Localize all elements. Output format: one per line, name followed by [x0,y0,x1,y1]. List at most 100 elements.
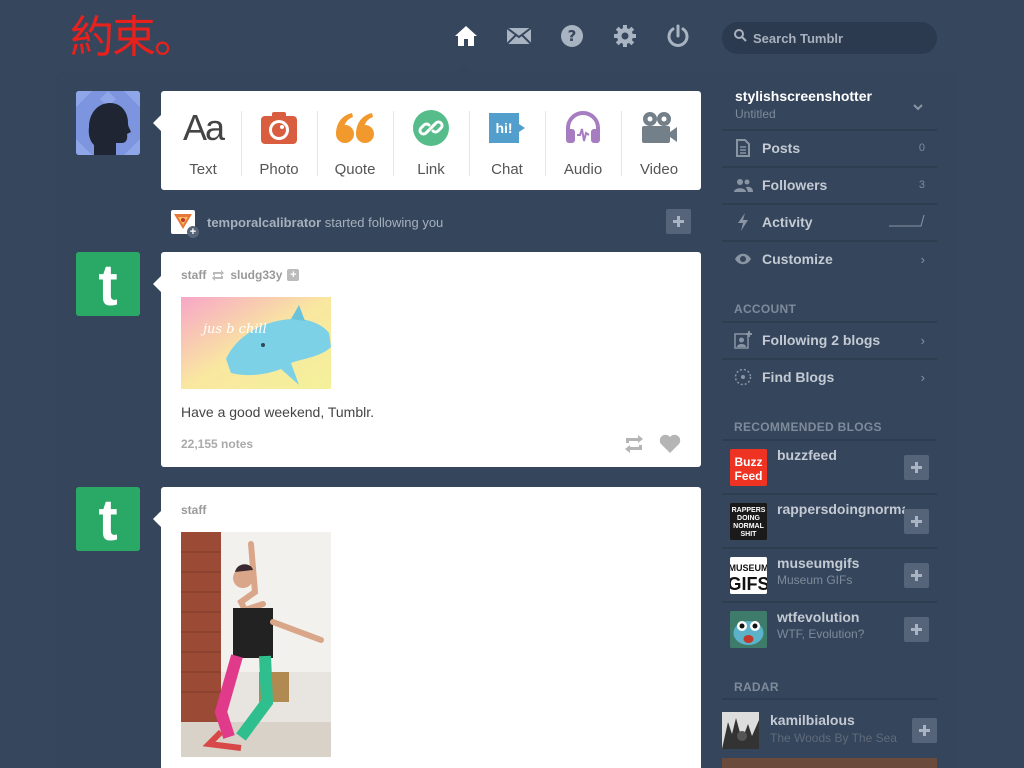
divider [722,698,937,700]
post-type-chooser: Aa Text Photo Quote Link hi! Chat Audio [153,91,701,190]
radar-blog-subtitle: The Woods By The Sea [770,731,897,745]
power-icon[interactable] [664,22,692,50]
svg-text:GIFS: GIFS [730,574,767,594]
blog-title: Untitled [735,107,776,121]
blog-name[interactable]: wtfevolution [777,609,905,625]
notes-count[interactable]: 22,155 notes [181,437,253,451]
chevron-right-icon: › [920,332,925,348]
post-image[interactable] [181,532,331,757]
follow-blog-button[interactable] [904,617,929,642]
follow-notification: + temporalcalibrator started following y… [161,207,701,238]
post-author[interactable]: staff [181,503,206,517]
svg-text:NORMAL: NORMAL [733,523,764,530]
follow-blog-button[interactable] [904,509,929,534]
sidebar-item-activity[interactable]: Activity [722,203,937,239]
follow-back-button[interactable] [666,209,691,234]
post-type-video[interactable]: Video [621,91,697,190]
reblog-button[interactable] [623,434,645,459]
post-body: Have a good weekend, Tumblr. [181,404,375,420]
blog-avatar[interactable]: RAPPERS DOING NORMAL SHIT [730,503,767,540]
image-caption: jus b chill [200,322,267,337]
follow-text: temporalcalibrator started following you [207,215,443,230]
home-icon[interactable] [452,22,480,50]
sidebar-item-posts[interactable]: Posts 0 [722,129,937,165]
eye-icon [732,253,754,265]
svg-text:t: t [98,488,117,551]
follow-small-icon[interactable]: + [287,269,300,281]
blog-name[interactable]: buzzfeed [777,447,905,463]
blog-subtitle: Museum GIFs [777,573,853,587]
sidebar-item-label: Activity [762,214,813,230]
post-type-text[interactable]: Aa Text [165,91,241,190]
plus-icon [919,725,930,736]
blog-avatar[interactable]: MUSEUM GIFS [730,557,767,594]
plus-icon [911,462,922,473]
recommended-blog-row[interactable]: MUSEUM GIFS museumgifs Museum GIFs [722,547,937,601]
chat-icon: hi! [487,109,527,147]
search-input[interactable] [753,30,923,46]
headphones-icon [564,109,602,147]
radar-post[interactable]: kamilbialous The Woods By The Sea [722,710,937,768]
like-button[interactable] [659,434,681,459]
blog-name[interactable]: museumgifs [777,555,905,571]
compass-icon [732,368,754,386]
svg-text:Feed: Feed [734,469,762,483]
add-badge-icon: + [187,226,199,238]
sidebar-item-find-blogs[interactable]: Find Blogs › [722,358,937,394]
sidebar-item-followers[interactable]: Followers 3 [722,166,937,202]
post-image[interactable]: jus b chill [181,297,331,389]
blog-name[interactable]: rappersdoingnormalstuff [777,501,905,517]
follow-blog-button[interactable] [912,718,937,743]
blog-avatar[interactable] [730,611,767,648]
sidebar-item-customize[interactable]: Customize › [722,240,937,276]
post-type-link[interactable]: Link [393,91,469,190]
post-type-chat[interactable]: hi! Chat [469,91,545,190]
section-title-recommended: RECOMMENDED BLOGS [734,420,882,434]
svg-text:Buzz: Buzz [735,455,763,469]
blog-switcher[interactable]: stylishscreenshotter Untitled [722,84,937,129]
radar-blog-name[interactable]: kamilbialous [770,712,855,728]
staff-avatar[interactable]: t [76,487,140,551]
svg-text:SHIT: SHIT [741,531,758,538]
post-author[interactable]: staff [181,268,206,282]
sidebar-item-label: Followers [762,177,828,193]
post-type-photo[interactable]: Photo [241,91,317,190]
post-type-label: Video [639,161,679,178]
recommended-blog-row[interactable]: wtfevolution WTF, Evolution? [722,601,937,655]
follow-blog-button[interactable] [904,455,929,480]
logo[interactable]: 約束。 [70,10,198,66]
follower-username[interactable]: temporalcalibrator [207,215,321,230]
search-box[interactable] [722,22,937,54]
reblog-source[interactable]: sludg33y [230,268,282,282]
sidebar-item-following[interactable]: Following 2 blogs › [722,321,937,357]
radar-post-image[interactable] [722,758,937,768]
help-icon[interactable]: ? [558,22,586,50]
svg-text:hi!: hi! [495,120,512,136]
sidebar-item-label: Following 2 blogs [762,332,881,348]
recommended-blog-row[interactable]: RAPPERS DOING NORMAL SHIT rappersdoingnorma… [722,493,937,547]
recommended-blog-row[interactable]: Buzz Feed buzzfeed [722,439,937,493]
svg-text:?: ? [568,27,577,45]
follower-avatar[interactable]: + [171,210,199,238]
follow-blog-button[interactable] [904,563,929,588]
active-nav-indicator [455,63,473,72]
post-type-quote[interactable]: Quote [317,91,393,190]
settings-icon[interactable] [611,22,639,50]
staff-avatar[interactable]: t [76,252,140,316]
svg-text:t: t [98,253,117,316]
radar-avatar[interactable] [722,712,759,749]
plus-icon [911,624,922,635]
chevron-right-icon: › [920,251,925,267]
add-person-icon [732,331,754,349]
blog-avatar[interactable]: Buzz Feed [730,449,767,486]
post-type-audio[interactable]: Audio [545,91,621,190]
post-type-label: Text [189,161,217,178]
post-type-label: Audio [563,161,603,178]
camera-icon [260,109,298,147]
mail-icon[interactable] [505,22,533,50]
posts-count: 0 [918,142,925,154]
svg-text:MUSEUM: MUSEUM [730,563,767,573]
user-avatar[interactable] [76,91,140,155]
sidebar-item-label: Posts [762,140,801,156]
chevron-down-icon[interactable] [913,98,923,116]
